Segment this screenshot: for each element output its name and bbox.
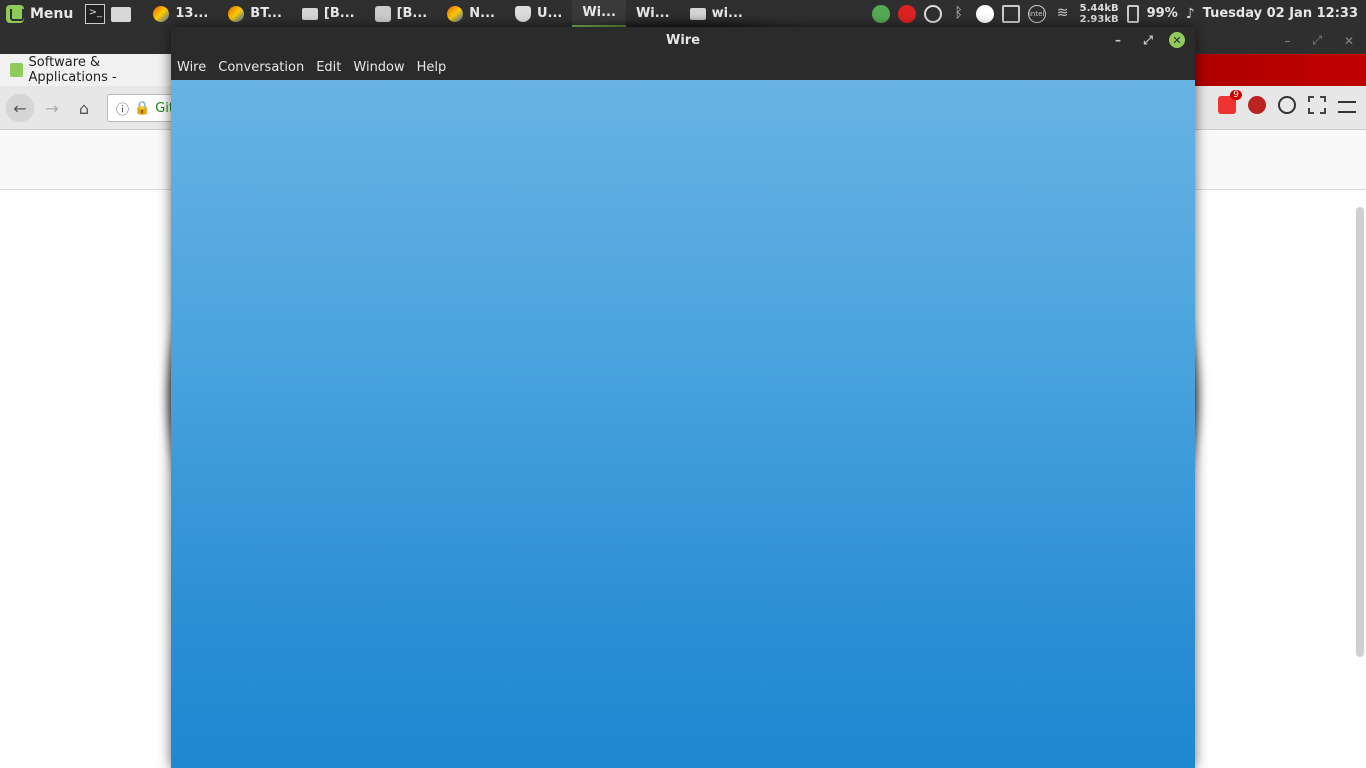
display-icon[interactable]: [1001, 4, 1020, 23]
menu-conversation[interactable]: Conversation: [212, 60, 310, 75]
wire-menubar: Wire Conversation Edit Window Help: [171, 54, 1195, 80]
browser-tab[interactable]: Software & Applications -: [0, 54, 175, 86]
wire-loading-content: [171, 80, 1195, 768]
task-label: wi...: [711, 6, 743, 21]
battery-percent: 99%: [1146, 6, 1178, 21]
task-label: [B...: [323, 6, 355, 21]
task-item[interactable]: wi...: [680, 0, 753, 27]
lock-icon: 🔒: [134, 100, 151, 116]
info-icon[interactable]: ⓘ: [116, 99, 129, 118]
close-icon[interactable]: ✕: [1344, 34, 1354, 48]
task-item[interactable]: [B...: [292, 0, 365, 27]
firefox-icon: [447, 5, 464, 22]
task-item[interactable]: wWi...: [171, 0, 1195, 768]
page-scrollbar[interactable]: [1356, 207, 1364, 657]
net-up-speed: 2.93kB: [1079, 13, 1119, 25]
keepass-icon[interactable]: [923, 4, 942, 23]
top-panel: Menu >_ 13... BT... [B... [B... N... U..…: [0, 0, 1366, 768]
battery-icon[interactable]: [1126, 4, 1139, 23]
intel-icon[interactable]: intel: [1027, 4, 1046, 23]
folder-icon: [689, 7, 706, 20]
task-item[interactable]: N...: [437, 0, 505, 27]
wifi-icon[interactable]: ≋: [1054, 5, 1072, 23]
hamburger-menu-icon[interactable]: [1338, 100, 1356, 113]
folder-icon: [301, 7, 318, 20]
menu-wire[interactable]: Wire: [171, 60, 212, 75]
menu-edit[interactable]: Edit: [310, 60, 347, 75]
minimize-icon[interactable]: –: [1110, 32, 1126, 48]
system-tray: ᛒ intel ≋ 5.44kB 2.93kB 99% ♪ Tuesday 02…: [871, 0, 1366, 27]
task-item[interactable]: [B...: [365, 0, 438, 27]
tab-title: Software & Applications -: [28, 55, 117, 85]
maximize-icon[interactable]: ⤢: [1140, 32, 1156, 48]
mint-logo-icon: [6, 4, 24, 23]
gauge-extension-icon[interactable]: [1278, 96, 1296, 114]
task-list: 13... BT... [B... [B... N... U... wWi...…: [143, 0, 1195, 768]
forward-button[interactable]: →: [38, 94, 66, 122]
close-icon[interactable]: ✕: [1169, 32, 1185, 48]
firefox-icon: [228, 5, 245, 22]
files-launcher-icon[interactable]: [111, 7, 132, 22]
terminal-launcher-icon[interactable]: >_: [85, 3, 106, 24]
video-icon: [374, 5, 391, 22]
task-item[interactable]: BT...: [218, 0, 292, 27]
qr-extension-icon[interactable]: [1308, 96, 1326, 114]
extension-badge-icon[interactable]: 9: [1218, 90, 1242, 114]
menu-button[interactable]: Menu: [0, 0, 79, 27]
red-app-icon[interactable]: [897, 4, 916, 23]
task-label: 13...: [175, 6, 209, 21]
wire-titlebar[interactable]: Wire – ⤢ ✕: [171, 27, 1195, 54]
task-item[interactable]: 13...: [143, 0, 218, 27]
maximize-icon[interactable]: ⤢: [1312, 33, 1322, 48]
mask-extension-icon[interactable]: [1248, 96, 1266, 114]
bluetooth-icon[interactable]: ᛒ: [950, 5, 968, 23]
mint-icon: [10, 63, 23, 77]
task-label: N...: [469, 6, 495, 21]
wire-tray-icon[interactable]: [975, 4, 994, 23]
wire-window: Wire – ⤢ ✕ Wire Conversation Edit Window…: [171, 27, 1195, 768]
menu-help[interactable]: Help: [411, 60, 453, 75]
clock[interactable]: Tuesday 02 Jan 12:33: [1203, 6, 1358, 21]
back-button[interactable]: ←: [6, 94, 34, 122]
task-label: Wi...: [582, 5, 616, 20]
net-down-speed: 5.44kB: [1079, 2, 1119, 14]
task-item-active[interactable]: wWi...: [171, 0, 1195, 768]
shield-check-icon[interactable]: [871, 4, 890, 23]
task-label: Wi...: [635, 6, 670, 21]
home-button[interactable]: ⌂: [70, 94, 98, 122]
menu-label: Menu: [30, 5, 74, 22]
window-title: Wire: [665, 33, 701, 48]
network-speed: 5.44kB 2.93kB: [1080, 3, 1119, 25]
task-label: U...: [536, 6, 563, 21]
shield-icon: [514, 5, 531, 22]
task-label: BT...: [250, 6, 282, 21]
minimize-icon[interactable]: –: [1284, 34, 1290, 48]
task-label: [B...: [396, 6, 428, 21]
task-item[interactable]: U...: [505, 0, 572, 27]
firefox-icon: [153, 5, 170, 22]
music-icon[interactable]: ♪: [1186, 6, 1195, 22]
toolbar-extensions: 9: [1218, 90, 1356, 114]
menu-window[interactable]: Window: [347, 60, 410, 75]
extension-badge-count: 9: [1230, 90, 1242, 100]
